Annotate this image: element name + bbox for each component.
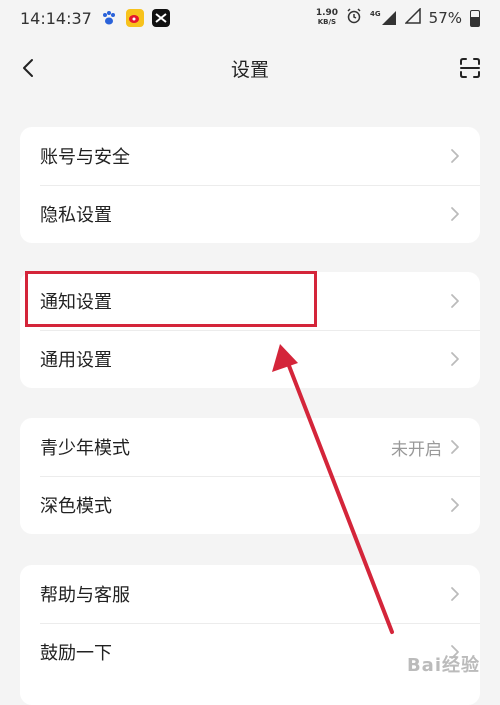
chevron-right-icon — [451, 149, 459, 163]
net-speed: 1.90 KB/S — [316, 9, 338, 27]
settings-item-label: 通用设置 — [40, 350, 112, 371]
status-time: 14:14:37 — [20, 8, 92, 28]
settings-item-label: 深色模式 — [40, 496, 112, 517]
nav-bar: 设置 — [0, 36, 500, 100]
chevron-right-icon — [451, 294, 459, 308]
settings-item-privacy[interactable]: 隐私设置 — [20, 185, 480, 243]
settings-item-general[interactable]: 通用设置 — [20, 330, 480, 388]
baidu-paw-icon — [100, 9, 118, 27]
battery-percent: 57% — [428, 9, 462, 27]
alarm-icon — [346, 8, 362, 28]
settings-item-account-security[interactable]: 账号与安全 — [20, 127, 480, 185]
teen-mode-status: 未开启 — [391, 439, 442, 460]
chevron-right-icon — [451, 352, 459, 366]
settings-item-label: 青少年模式 — [40, 438, 130, 459]
battery-icon — [470, 9, 480, 27]
net-speed-value: 1.90 — [315, 8, 339, 18]
status-right: 1.90 KB/S 4G 57% — [316, 7, 480, 28]
settings-group-account: 账号与安全 隐私设置 — [20, 127, 480, 243]
settings-item-label: 帮助与客服 — [40, 585, 130, 606]
baidu-jingyan-watermark: Bai经验 — [406, 655, 480, 676]
signal-4g-icon: 4G — [370, 10, 397, 26]
settings-item-dark-mode[interactable]: 深色模式 — [20, 476, 480, 534]
capcut-icon — [151, 9, 170, 27]
settings-item-label: 鼓励一下 — [40, 643, 112, 664]
settings-group-help: 帮助与客服 鼓励一下 — [20, 565, 480, 705]
page-title: 设置 — [230, 58, 269, 81]
settings-item-notifications[interactable]: 通知设置 — [20, 272, 480, 330]
status-bar: 14:14:37 1.90 KB/S 4G 57% — [0, 0, 500, 36]
scan-icon — [460, 58, 480, 78]
status-left: 14:14:37 — [20, 9, 170, 28]
chevron-right-icon — [451, 587, 459, 601]
weibo-icon — [125, 9, 144, 27]
battery-level — [471, 16, 479, 26]
settings-item-label: 账号与安全 — [40, 147, 130, 168]
chevron-right-icon — [451, 498, 459, 512]
scan-button[interactable] — [454, 52, 486, 84]
chevron-right-icon — [451, 440, 459, 454]
settings-item-help-support[interactable]: 帮助与客服 — [20, 565, 480, 623]
chevron-right-icon — [451, 207, 459, 221]
network-type: 4G — [370, 10, 381, 18]
settings-item-label: 通知设置 — [40, 292, 112, 313]
net-speed-unit: KB/S — [317, 18, 337, 26]
signal-icon — [403, 7, 421, 28]
back-button[interactable] — [14, 52, 42, 84]
settings-item-label: 隐私设置 — [40, 205, 112, 226]
settings-item-teen-mode[interactable]: 青少年模式 未开启 — [20, 418, 480, 476]
settings-group-modes: 青少年模式 未开启 深色模式 — [20, 418, 480, 534]
settings-group-general: 通知设置 通用设置 — [20, 272, 480, 388]
chevron-left-icon — [23, 59, 33, 77]
